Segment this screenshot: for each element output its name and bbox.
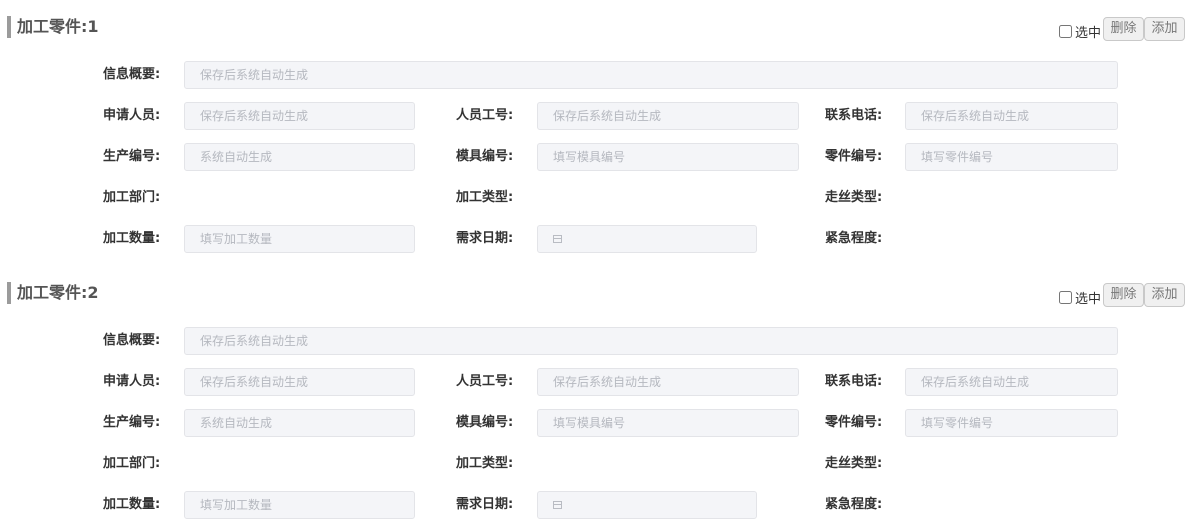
quantity-input[interactable]: 填写加工数量	[184, 225, 415, 253]
phone-field[interactable]: 保存后系统自动生成	[905, 368, 1118, 396]
part-title: 加工零件:2	[7, 282, 99, 304]
employee-no-label: 人员工号:	[456, 108, 514, 123]
need-date-label: 需求日期:	[456, 231, 514, 246]
part-title: 加工零件:1	[7, 16, 99, 38]
production-no-field[interactable]: 系统自动生成	[184, 409, 415, 437]
part-no-label: 零件编号:	[825, 415, 883, 430]
production-no-label: 生产编号:	[103, 415, 161, 430]
applicant-label: 申请人员:	[103, 108, 161, 123]
part-no-input[interactable]: 填写零件编号	[905, 409, 1118, 437]
select-label: 选中	[1075, 26, 1102, 41]
quantity-label: 加工数量:	[103, 497, 161, 512]
employee-no-field[interactable]: 保存后系统自动生成	[537, 102, 799, 130]
need-date-picker[interactable]	[537, 225, 757, 253]
select-checkbox-label[interactable]: 选中	[1059, 288, 1101, 307]
phone-label: 联系电话:	[825, 374, 883, 389]
select-checkbox-label[interactable]: 选中	[1059, 22, 1101, 41]
delete-button[interactable]: 删除	[1103, 17, 1144, 41]
info-summary-label: 信息概要:	[103, 333, 161, 348]
calendar-icon	[553, 500, 562, 509]
info-summary-field[interactable]: 保存后系统自动生成	[184, 327, 1118, 355]
applicant-field[interactable]: 保存后系统自动生成	[184, 102, 415, 130]
urgency-label: 紧急程度:	[825, 231, 883, 246]
mold-no-input[interactable]: 填写模具编号	[537, 409, 799, 437]
calendar-icon	[553, 234, 562, 243]
part-no-input[interactable]: 填写零件编号	[905, 143, 1118, 171]
production-no-label: 生产编号:	[103, 149, 161, 164]
part-section-2: 加工零件:2 选中 删除 添加 信息概要: 保存后系统自动生成 申请人员: 保存…	[0, 266, 1202, 532]
select-checkbox[interactable]	[1059, 25, 1072, 38]
add-button[interactable]: 添加	[1144, 283, 1185, 307]
quantity-input[interactable]: 填写加工数量	[184, 491, 415, 519]
info-summary-label: 信息概要:	[103, 67, 161, 82]
proc-type-label: 加工类型:	[456, 190, 514, 205]
part-section-1: 加工零件:1 选中 删除 添加 信息概要: 保存后系统自动生成 申请人员: 保存…	[0, 0, 1202, 266]
production-no-field[interactable]: 系统自动生成	[184, 143, 415, 171]
quantity-label: 加工数量:	[103, 231, 161, 246]
wire-type-label: 走丝类型:	[825, 456, 883, 471]
need-date-label: 需求日期:	[456, 497, 514, 512]
info-summary-field[interactable]: 保存后系统自动生成	[184, 61, 1118, 89]
wire-type-label: 走丝类型:	[825, 190, 883, 205]
dept-label: 加工部门:	[103, 456, 161, 471]
proc-type-label: 加工类型:	[456, 456, 514, 471]
mold-no-label: 模具编号:	[456, 149, 514, 164]
mold-no-label: 模具编号:	[456, 415, 514, 430]
delete-button[interactable]: 删除	[1103, 283, 1144, 307]
employee-no-label: 人员工号:	[456, 374, 514, 389]
phone-field[interactable]: 保存后系统自动生成	[905, 102, 1118, 130]
need-date-picker[interactable]	[537, 491, 757, 519]
urgency-label: 紧急程度:	[825, 497, 883, 512]
employee-no-field[interactable]: 保存后系统自动生成	[537, 368, 799, 396]
phone-label: 联系电话:	[825, 108, 883, 123]
select-label: 选中	[1075, 292, 1102, 307]
add-button[interactable]: 添加	[1144, 17, 1185, 41]
applicant-label: 申请人员:	[103, 374, 161, 389]
applicant-field[interactable]: 保存后系统自动生成	[184, 368, 415, 396]
mold-no-input[interactable]: 填写模具编号	[537, 143, 799, 171]
select-checkbox[interactable]	[1059, 291, 1072, 304]
dept-label: 加工部门:	[103, 190, 161, 205]
part-no-label: 零件编号:	[825, 149, 883, 164]
